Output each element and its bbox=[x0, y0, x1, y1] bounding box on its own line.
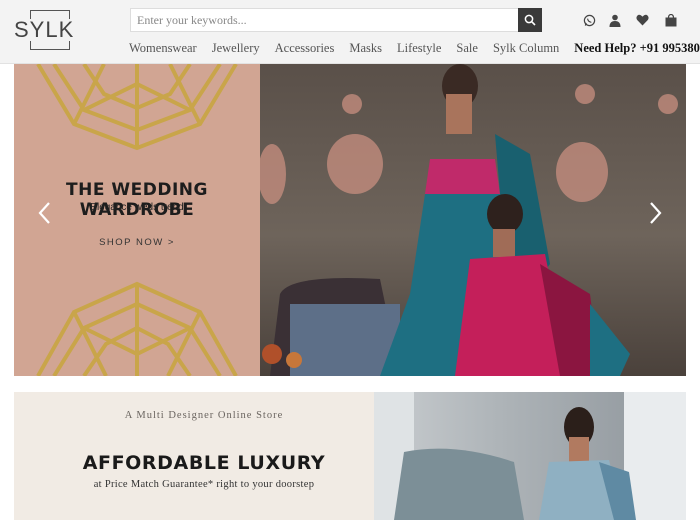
site-header: SYLK Enter your keywords... Womenswear J… bbox=[0, 0, 700, 64]
search-icon bbox=[524, 14, 536, 26]
search-input[interactable] bbox=[130, 8, 518, 32]
nav-jewellery[interactable]: Jewellery bbox=[212, 41, 260, 56]
sylk-logo[interactable]: SYLK bbox=[14, 10, 77, 50]
chevron-left-icon bbox=[38, 202, 50, 224]
promo-tagline: A Multi Designer Online Store bbox=[124, 410, 284, 421]
hero-carousel: THE WEDDING WARDROBE Elegance weds trend… bbox=[14, 64, 686, 376]
nav-lifestyle[interactable]: Lifestyle bbox=[397, 41, 441, 56]
gold-medallion-top bbox=[36, 64, 238, 151]
nav-accessories[interactable]: Accessories bbox=[275, 41, 335, 56]
nav-masks[interactable]: Masks bbox=[349, 41, 382, 56]
nav-sale[interactable]: Sale bbox=[456, 41, 478, 56]
whatsapp-icon[interactable] bbox=[580, 11, 598, 29]
search-button[interactable] bbox=[518, 8, 542, 32]
main-nav: Womenswear Jewellery Accessories Masks L… bbox=[129, 40, 700, 56]
logo-text: SYLK bbox=[14, 17, 77, 42]
shop-now-link[interactable]: SHOP NOW > bbox=[14, 237, 260, 248]
help-phone[interactable]: Need Help? +91 9953803971 bbox=[574, 41, 700, 56]
nav-womenswear[interactable]: Womenswear bbox=[129, 41, 197, 56]
gold-medallion-bottom bbox=[36, 281, 238, 376]
nav-sylk-column[interactable]: Sylk Column bbox=[493, 41, 559, 56]
models-image bbox=[260, 64, 678, 376]
promo-subtitle: at Price Match Guarantee* right to your … bbox=[93, 479, 315, 490]
promo-model-image bbox=[374, 392, 686, 520]
search-bar bbox=[130, 8, 542, 32]
carousel-prev-button[interactable] bbox=[32, 200, 56, 226]
chevron-right-icon bbox=[650, 202, 662, 224]
shopping-bag-icon[interactable] bbox=[662, 11, 680, 29]
promo-title: AFFORDABLE LUXURY bbox=[82, 452, 326, 474]
carousel-next-button[interactable] bbox=[644, 200, 668, 226]
user-icon[interactable] bbox=[606, 11, 624, 29]
hero-photo bbox=[260, 64, 686, 376]
header-icons bbox=[580, 11, 684, 29]
promo-banner[interactable]: A Multi Designer Online Store AFFORDABLE… bbox=[14, 392, 686, 520]
promo-text-panel: A Multi Designer Online Store AFFORDABLE… bbox=[14, 392, 374, 520]
heart-icon[interactable] bbox=[633, 11, 651, 29]
promo-photo bbox=[374, 392, 686, 520]
